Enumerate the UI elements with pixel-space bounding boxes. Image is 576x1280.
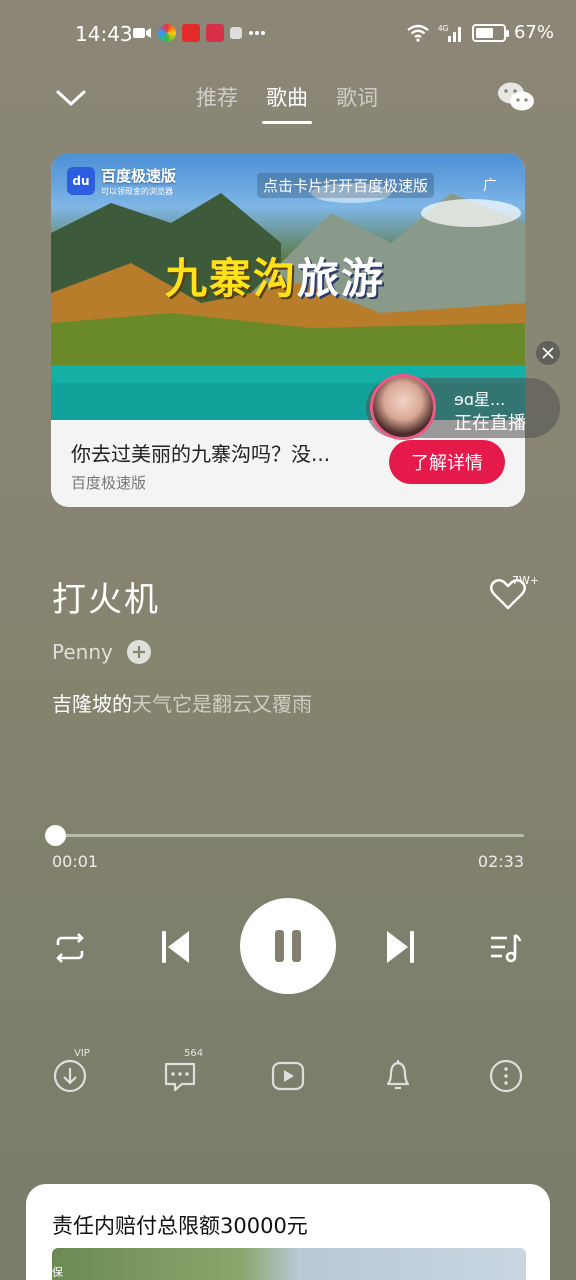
status-time: 14:43 bbox=[75, 22, 133, 46]
artist-row: Penny bbox=[52, 640, 151, 664]
status-right: 4G 67% bbox=[406, 22, 554, 43]
top-nav: 推荐 歌曲 歌词 bbox=[0, 70, 576, 126]
next-icon bbox=[387, 931, 414, 963]
baidu-logo-icon: du bbox=[67, 167, 95, 195]
comment-count: 564 bbox=[184, 1048, 204, 1059]
video-call-icon bbox=[133, 28, 151, 38]
secondary-actions: VIP 564 bbox=[0, 1048, 576, 1102]
comments-button[interactable]: 564 bbox=[162, 1048, 203, 1096]
app-icon-colorful bbox=[158, 24, 176, 42]
more-icon bbox=[489, 1059, 523, 1093]
artist-name[interactable]: Penny bbox=[52, 640, 113, 664]
previous-button[interactable] bbox=[154, 926, 196, 968]
tab-recommend[interactable]: 推荐 bbox=[196, 82, 238, 124]
previous-icon bbox=[162, 931, 189, 963]
progress-bar[interactable] bbox=[45, 825, 524, 846]
bell-icon bbox=[386, 1060, 410, 1090]
playback-controls bbox=[0, 898, 576, 998]
live-close-button[interactable] bbox=[536, 341, 560, 365]
bottom-ad-brand: 蚂蚁保 bbox=[30, 1266, 63, 1279]
time-total: 02:33 bbox=[477, 852, 524, 871]
ad-brand-name: 百度极速版 bbox=[101, 167, 177, 185]
more-notifications-icon bbox=[249, 31, 265, 35]
playlist-button[interactable] bbox=[486, 928, 526, 968]
download-button[interactable]: VIP bbox=[52, 1048, 92, 1096]
pause-icon bbox=[275, 930, 301, 962]
ad-source: 百度极速版 bbox=[71, 474, 147, 492]
progress-thumb[interactable] bbox=[45, 825, 67, 846]
ad-title: 九寨沟旅游 bbox=[165, 254, 386, 303]
vip-badge: VIP bbox=[74, 1048, 90, 1059]
ad-hint: 点击卡片打开百度极速版 bbox=[257, 173, 435, 198]
app-icon-small bbox=[230, 27, 242, 39]
battery-level bbox=[475, 27, 494, 38]
ad-label: 广 bbox=[483, 178, 497, 194]
ad-brand: du 百度极速版 可以领现金的浏览器 bbox=[67, 165, 176, 197]
video-play-icon bbox=[271, 1061, 305, 1091]
current-lyric[interactable]: 吉隆坡的天气它是翻云又覆雨 bbox=[52, 688, 312, 717]
live-bubble[interactable]: ɘɑ星... 正在直播 bbox=[366, 374, 560, 440]
notification-icons bbox=[132, 24, 266, 42]
nav-tabs: 推荐 歌曲 歌词 bbox=[196, 82, 378, 124]
tab-song[interactable]: 歌曲 bbox=[262, 82, 312, 124]
tab-lyrics[interactable]: 歌词 bbox=[336, 82, 378, 124]
ad-learn-more-button[interactable]: 了解详情 bbox=[389, 440, 505, 484]
wifi-icon bbox=[407, 24, 429, 42]
collapse-chevron-icon[interactable] bbox=[54, 82, 88, 112]
svg-text:4G: 4G bbox=[438, 24, 449, 33]
video-button[interactable] bbox=[270, 1052, 310, 1096]
like-count: 7W+ bbox=[512, 574, 540, 587]
battery-percent: 67% bbox=[513, 22, 554, 43]
playlist-icon bbox=[491, 933, 522, 963]
live-streamer-name: ɘɑ星... bbox=[454, 390, 506, 409]
cell-signal-icon: 4G bbox=[438, 24, 461, 42]
follow-artist-button[interactable] bbox=[126, 640, 151, 664]
song-title: 打火机 bbox=[52, 580, 160, 620]
battery-icon bbox=[471, 23, 509, 42]
time-current: 00:01 bbox=[52, 852, 99, 871]
plus-icon bbox=[132, 646, 145, 658]
live-avatar[interactable] bbox=[370, 374, 436, 440]
app-icon-huawei bbox=[206, 24, 224, 42]
app-icon-taobao bbox=[182, 24, 200, 42]
bottom-ad-card[interactable]: 责任内赔付总限额30000元 bbox=[26, 1184, 550, 1280]
repeat-icon bbox=[56, 933, 84, 963]
wechat-share-icon[interactable] bbox=[496, 80, 536, 114]
live-status: 正在直播 bbox=[454, 413, 526, 434]
repeat-mode-button[interactable] bbox=[50, 928, 90, 968]
lyric-unsung: 天气它是翻云又覆雨 bbox=[132, 692, 312, 716]
close-icon bbox=[542, 347, 554, 359]
bottom-ad-title: 责任内赔付总限额30000元 bbox=[52, 1214, 308, 1238]
next-button[interactable] bbox=[380, 926, 422, 968]
ringtone-button[interactable] bbox=[380, 1052, 420, 1096]
lyric-sung: 吉隆坡的 bbox=[52, 692, 132, 716]
bottom-ad-image[interactable] bbox=[52, 1248, 526, 1280]
more-options-button[interactable] bbox=[488, 1052, 528, 1096]
status-bar: 14:43 4G 67% bbox=[0, 0, 576, 70]
pause-button[interactable] bbox=[240, 898, 336, 994]
ad-brand-sub: 可以领现金的浏览器 bbox=[101, 187, 173, 196]
ad-description: 你去过美丽的九寨沟吗？没... bbox=[71, 442, 331, 466]
ad-card[interactable]: du 百度极速版 可以领现金的浏览器 点击卡片打开百度极速版 广 九寨沟旅游 你… bbox=[51, 153, 525, 507]
